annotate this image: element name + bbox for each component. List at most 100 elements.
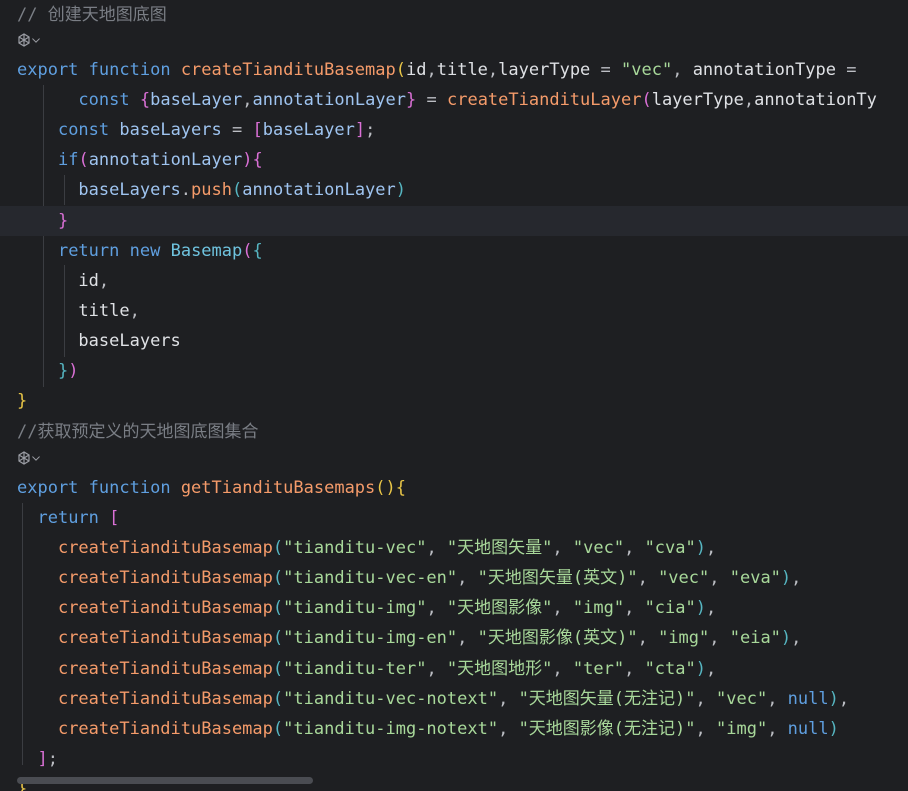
null-literal: null: [787, 689, 829, 709]
keyword: export: [17, 60, 79, 80]
variable: annotationLayer: [88, 150, 243, 170]
code-line[interactable]: // 创建天地图底图: [0, 0, 908, 30]
null-literal: null: [787, 719, 829, 739]
property: title: [78, 301, 130, 321]
chevron-down-icon[interactable]: [31, 451, 41, 465]
ai-assistant-icon[interactable]: [17, 451, 31, 465]
code-line[interactable]: createTiandituBasemap("tianditu-img-en",…: [0, 623, 908, 653]
code-line[interactable]: createTiandituBasemap("tianditu-ter", "天…: [0, 654, 908, 684]
code-line[interactable]: createTiandituBasemap("tianditu-img-note…: [0, 714, 908, 744]
variable: baseLayer: [150, 90, 243, 110]
code-line[interactable]: ];: [0, 744, 908, 774]
keyword: function: [88, 478, 171, 498]
comment: // 创建天地图底图: [17, 5, 167, 25]
code-line[interactable]: baseLayers: [0, 326, 908, 356]
function-call: createTiandituBasemap: [57, 689, 273, 709]
keyword: return: [57, 241, 120, 261]
string: "tianditu-img": [283, 598, 427, 618]
variable: baseLayers: [78, 180, 181, 200]
param: layerType: [498, 60, 591, 80]
function-name: getTiandituBasemaps: [180, 478, 376, 498]
code-line[interactable]: const {baseLayer,annotationLayer} = crea…: [0, 85, 908, 115]
code-line[interactable]: baseLayers.push(annotationLayer): [0, 175, 908, 205]
string: "tianditu-ter": [283, 659, 427, 679]
code-line[interactable]: [0, 445, 908, 475]
variable: annotationLayer: [242, 180, 396, 200]
keyword: if: [57, 150, 79, 170]
string: "cva": [644, 538, 696, 558]
function-call: createTiandituBasemap: [57, 568, 273, 588]
keyword: export: [17, 478, 79, 498]
keyword: function: [88, 60, 171, 80]
string: "tianditu-img-notext": [283, 719, 499, 739]
keyword: const: [78, 90, 130, 110]
function-call: createTiandituBasemap: [57, 598, 273, 618]
code-line[interactable]: //获取预定义的天地图底图集合: [0, 417, 908, 447]
string: "tianditu-img-en": [283, 628, 458, 648]
method-call: push: [191, 180, 232, 200]
param: annotationType: [692, 60, 836, 80]
string: "天地图影像(无注记)": [518, 719, 696, 739]
code-line[interactable]: if(annotationLayer){: [0, 145, 908, 175]
string: "cta": [644, 659, 696, 679]
code-line[interactable]: export function getTiandituBasemaps(){: [0, 473, 908, 503]
string: "tianditu-vec-en": [283, 568, 458, 588]
code-line[interactable]: export function createTiandituBasemap(id…: [0, 55, 908, 85]
string: "eva": [729, 568, 781, 588]
string: "tianditu-vec-notext": [283, 689, 499, 709]
string: "天地图矢量(英文)": [477, 568, 638, 588]
property: id: [78, 271, 99, 291]
string: "img": [658, 628, 710, 648]
code-line[interactable]: const baseLayers = [baseLayer];: [0, 115, 908, 145]
code-line[interactable]: }: [0, 386, 908, 416]
function-name: createTiandituBasemap: [180, 60, 396, 80]
function-call: createTiandituBasemap: [57, 659, 273, 679]
variable: annotationLayer: [252, 90, 407, 110]
code-line[interactable]: }): [0, 356, 908, 386]
string: "vec": [621, 60, 673, 80]
string: "img": [572, 598, 625, 618]
code-line[interactable]: createTiandituBasemap("tianditu-vec", "天…: [0, 533, 908, 563]
string: "cia": [644, 598, 696, 618]
keyword: const: [57, 120, 110, 140]
string: "天地图影像": [446, 598, 553, 618]
ai-hint[interactable]: [17, 445, 41, 475]
code-line[interactable]: return [: [0, 503, 908, 533]
horizontal-scrollbar[interactable]: [17, 777, 313, 784]
arg: layerType: [651, 90, 744, 110]
keyword: return: [37, 508, 99, 528]
arg: annotationTy: [754, 90, 877, 110]
class-name: Basemap: [170, 241, 243, 261]
code-line-current[interactable]: }: [0, 206, 908, 236]
property: baseLayers: [78, 331, 181, 351]
string: "ter": [572, 659, 625, 679]
code-line[interactable]: id,: [0, 266, 908, 296]
comment: //获取预定义的天地图底图集合: [17, 422, 259, 442]
variable: baseLayers: [119, 120, 222, 140]
string: "天地图影像(英文)": [477, 628, 638, 648]
string: "天地图矢量": [446, 538, 553, 558]
chevron-down-icon[interactable]: [31, 33, 41, 47]
ai-assistant-icon[interactable]: [17, 33, 31, 47]
string: "tianditu-vec": [283, 538, 427, 558]
ai-hint[interactable]: [17, 27, 41, 57]
code-line[interactable]: title,: [0, 296, 908, 326]
code-editor[interactable]: // 创建天地图底图 export function createTiandit…: [0, 0, 908, 791]
param: id: [406, 60, 427, 80]
code-line[interactable]: createTiandituBasemap("tianditu-vec-note…: [0, 684, 908, 714]
code-line[interactable]: createTiandituBasemap("tianditu-img", "天…: [0, 593, 908, 623]
string: "vec": [716, 689, 768, 709]
code-line[interactable]: return new Basemap({: [0, 236, 908, 266]
string: "vec": [658, 568, 710, 588]
function-call: createTiandituBasemap: [57, 538, 273, 558]
string: "vec": [572, 538, 625, 558]
code-line[interactable]: createTiandituBasemap("tianditu-vec-en",…: [0, 563, 908, 593]
code-line[interactable]: [0, 27, 908, 57]
function-call: createTiandituBasemap: [57, 719, 273, 739]
keyword: new: [129, 241, 161, 261]
function-call: createTiandituLayer: [446, 90, 642, 110]
string: "img": [716, 719, 768, 739]
string: "天地图地形": [446, 659, 553, 679]
variable: baseLayer: [262, 120, 355, 140]
function-call: createTiandituBasemap: [57, 628, 273, 648]
